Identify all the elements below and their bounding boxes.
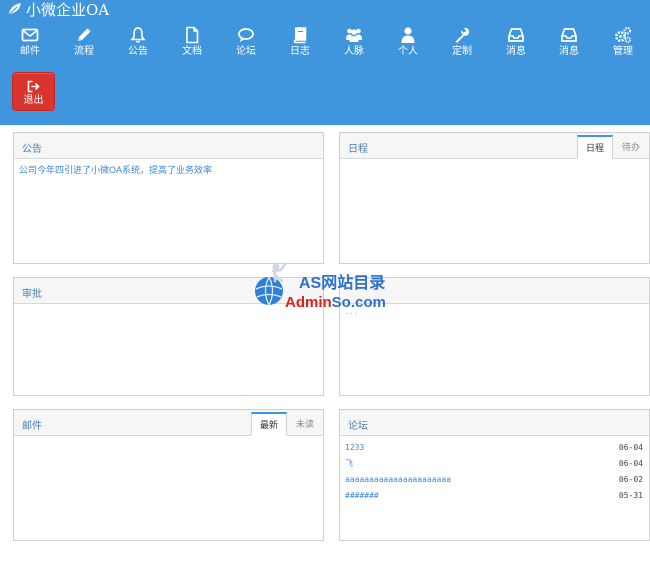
- nav-item-workflow[interactable]: 流程: [64, 24, 104, 58]
- mail-tabs: 最新 未读: [250, 412, 323, 436]
- logout-label: 退出: [23, 95, 44, 106]
- nav-item-label: 人脉: [344, 46, 364, 57]
- panel-body: [340, 159, 649, 167]
- forum-post-date: 06-04: [618, 459, 643, 468]
- nav-item-label: 文档: [182, 46, 202, 57]
- panel-body: 公司今年四引进了小微OA系统，提高了业务效率: [14, 159, 323, 181]
- watermark-domain: AdminSo.com: [285, 294, 386, 311]
- forum-post-date: 06-04: [618, 443, 643, 452]
- nav-item-contacts[interactable]: 人脉: [334, 24, 374, 58]
- brand[interactable]: 小微企业OA: [8, 0, 110, 19]
- nav-item-messages-2[interactable]: 消息: [549, 24, 589, 58]
- nav-item-label: 论坛: [236, 46, 256, 57]
- wrench-icon: [455, 27, 470, 43]
- book-icon: [293, 27, 307, 44]
- oa-app: 小微企业OA 邮件 流程 公告 文档 论坛 日志 人脉 个人 定制 消息 消息 …: [0, 0, 650, 570]
- forum-panel: 论坛 1233 06-04 飞 06-04 aaaaaaaaaaaaaaaaaa…: [339, 409, 650, 541]
- nav-item-customize[interactable]: 定制: [442, 24, 482, 58]
- leaf-logo-icon: [8, 3, 21, 16]
- panel-body: 1233 06-04 飞 06-04 aaaaaaaaaaaaaaaaaaaaa…: [340, 436, 649, 504]
- nav-item-log[interactable]: 日志: [280, 24, 320, 58]
- gears-icon: [615, 26, 632, 43]
- panel-header: 论坛: [340, 410, 649, 436]
- inbox-icon: [561, 28, 577, 42]
- schedule-panel: 日程 日程 待办: [339, 132, 650, 264]
- tab-todo[interactable]: 待办: [613, 135, 649, 159]
- nav-item-personal[interactable]: 个人: [388, 24, 428, 58]
- mail-icon: [21, 28, 39, 42]
- list-item: aaaaaaaaaaaaaaaaaaaaaa 06-02: [345, 472, 643, 488]
- list-item: 飞 06-04: [345, 456, 643, 472]
- bell-icon: [130, 27, 146, 43]
- nav-item-label: 日志: [290, 46, 310, 57]
- panel-header: 日程 日程 待办: [340, 133, 649, 159]
- nav-item-label: 定制: [452, 46, 472, 57]
- inbox-icon: [508, 28, 524, 42]
- document-icon: [186, 26, 199, 44]
- forum-post-link[interactable]: #######: [345, 488, 379, 504]
- header-bar: 小微企业OA 邮件 流程 公告 文档 论坛 日志 人脉 个人 定制 消息 消息 …: [0, 0, 650, 125]
- nav-item-notice[interactable]: 公告: [118, 24, 158, 58]
- panel-title[interactable]: 论坛: [348, 417, 368, 432]
- forum-post-link[interactable]: 飞: [345, 456, 353, 472]
- mail-panel: 邮件 最新 未读: [13, 409, 324, 541]
- nav-item-label: 消息: [559, 46, 579, 57]
- panel-title[interactable]: 审批: [22, 285, 42, 300]
- tab-unread[interactable]: 未读: [287, 412, 323, 436]
- panel-header: 邮件 最新 未读: [14, 410, 323, 436]
- nav-item-label: 公告: [128, 46, 148, 57]
- nav-item-forum[interactable]: 论坛: [226, 24, 266, 58]
- list-item: ####### 05-31: [345, 488, 643, 504]
- forum-post-link[interactable]: 1233: [345, 440, 364, 456]
- watermark-domain-suffix: So.com: [331, 294, 386, 311]
- watermark: AS网站目录 AdminSo.com: [247, 253, 402, 319]
- nav-item-admin[interactable]: 管理: [603, 24, 643, 58]
- logout-button[interactable]: 退出: [12, 72, 55, 111]
- forum-post-link[interactable]: aaaaaaaaaaaaaaaaaaaaaa: [345, 472, 451, 488]
- panel-title[interactable]: 邮件: [22, 417, 42, 432]
- notice-item[interactable]: 公司今年四引进了小微OA系统，提高了业务效率: [19, 163, 318, 177]
- nav-item-label: 流程: [74, 46, 94, 57]
- forum-post-date: 06-02: [618, 475, 643, 484]
- nav-item-documents[interactable]: 文档: [172, 24, 212, 58]
- nav-item-label: 消息: [506, 46, 526, 57]
- app-title: 小微企业OA: [26, 0, 110, 19]
- sign-out-icon: [27, 80, 40, 93]
- notice-panel: 公告 公司今年四引进了小微OA系统，提高了业务效率: [13, 132, 324, 264]
- main-nav: 邮件 流程 公告 文档 论坛 日志 人脉 个人 定制 消息 消息 管理: [0, 24, 650, 60]
- watermark-title: AS网站目录: [299, 275, 386, 292]
- pencil-icon: [78, 28, 91, 41]
- nav-item-mail[interactable]: 邮件: [10, 24, 50, 58]
- watermark-domain-prefix: Admin: [285, 294, 332, 311]
- nav-item-label: 邮件: [20, 46, 40, 57]
- tab-schedule[interactable]: 日程: [576, 135, 613, 159]
- panel-header: 公告: [14, 133, 323, 159]
- nav-item-label: 管理: [613, 46, 633, 57]
- forum-list: 1233 06-04 飞 06-04 aaaaaaaaaaaaaaaaaaaaa…: [345, 440, 643, 504]
- user-icon: [401, 27, 415, 43]
- panel-body: [14, 436, 323, 444]
- people-icon: [346, 28, 362, 42]
- chat-icon: [238, 28, 254, 42]
- nav-item-label: 个人: [398, 46, 418, 57]
- schedule-tabs: 日程 待办: [576, 135, 649, 159]
- list-item: 1233 06-04: [345, 440, 643, 456]
- panel-title[interactable]: 日程: [348, 140, 368, 155]
- forum-post-date: 05-31: [618, 491, 643, 500]
- tab-latest[interactable]: 最新: [250, 412, 287, 436]
- nav-item-messages[interactable]: 消息: [496, 24, 536, 58]
- panel-title[interactable]: 公告: [22, 140, 42, 155]
